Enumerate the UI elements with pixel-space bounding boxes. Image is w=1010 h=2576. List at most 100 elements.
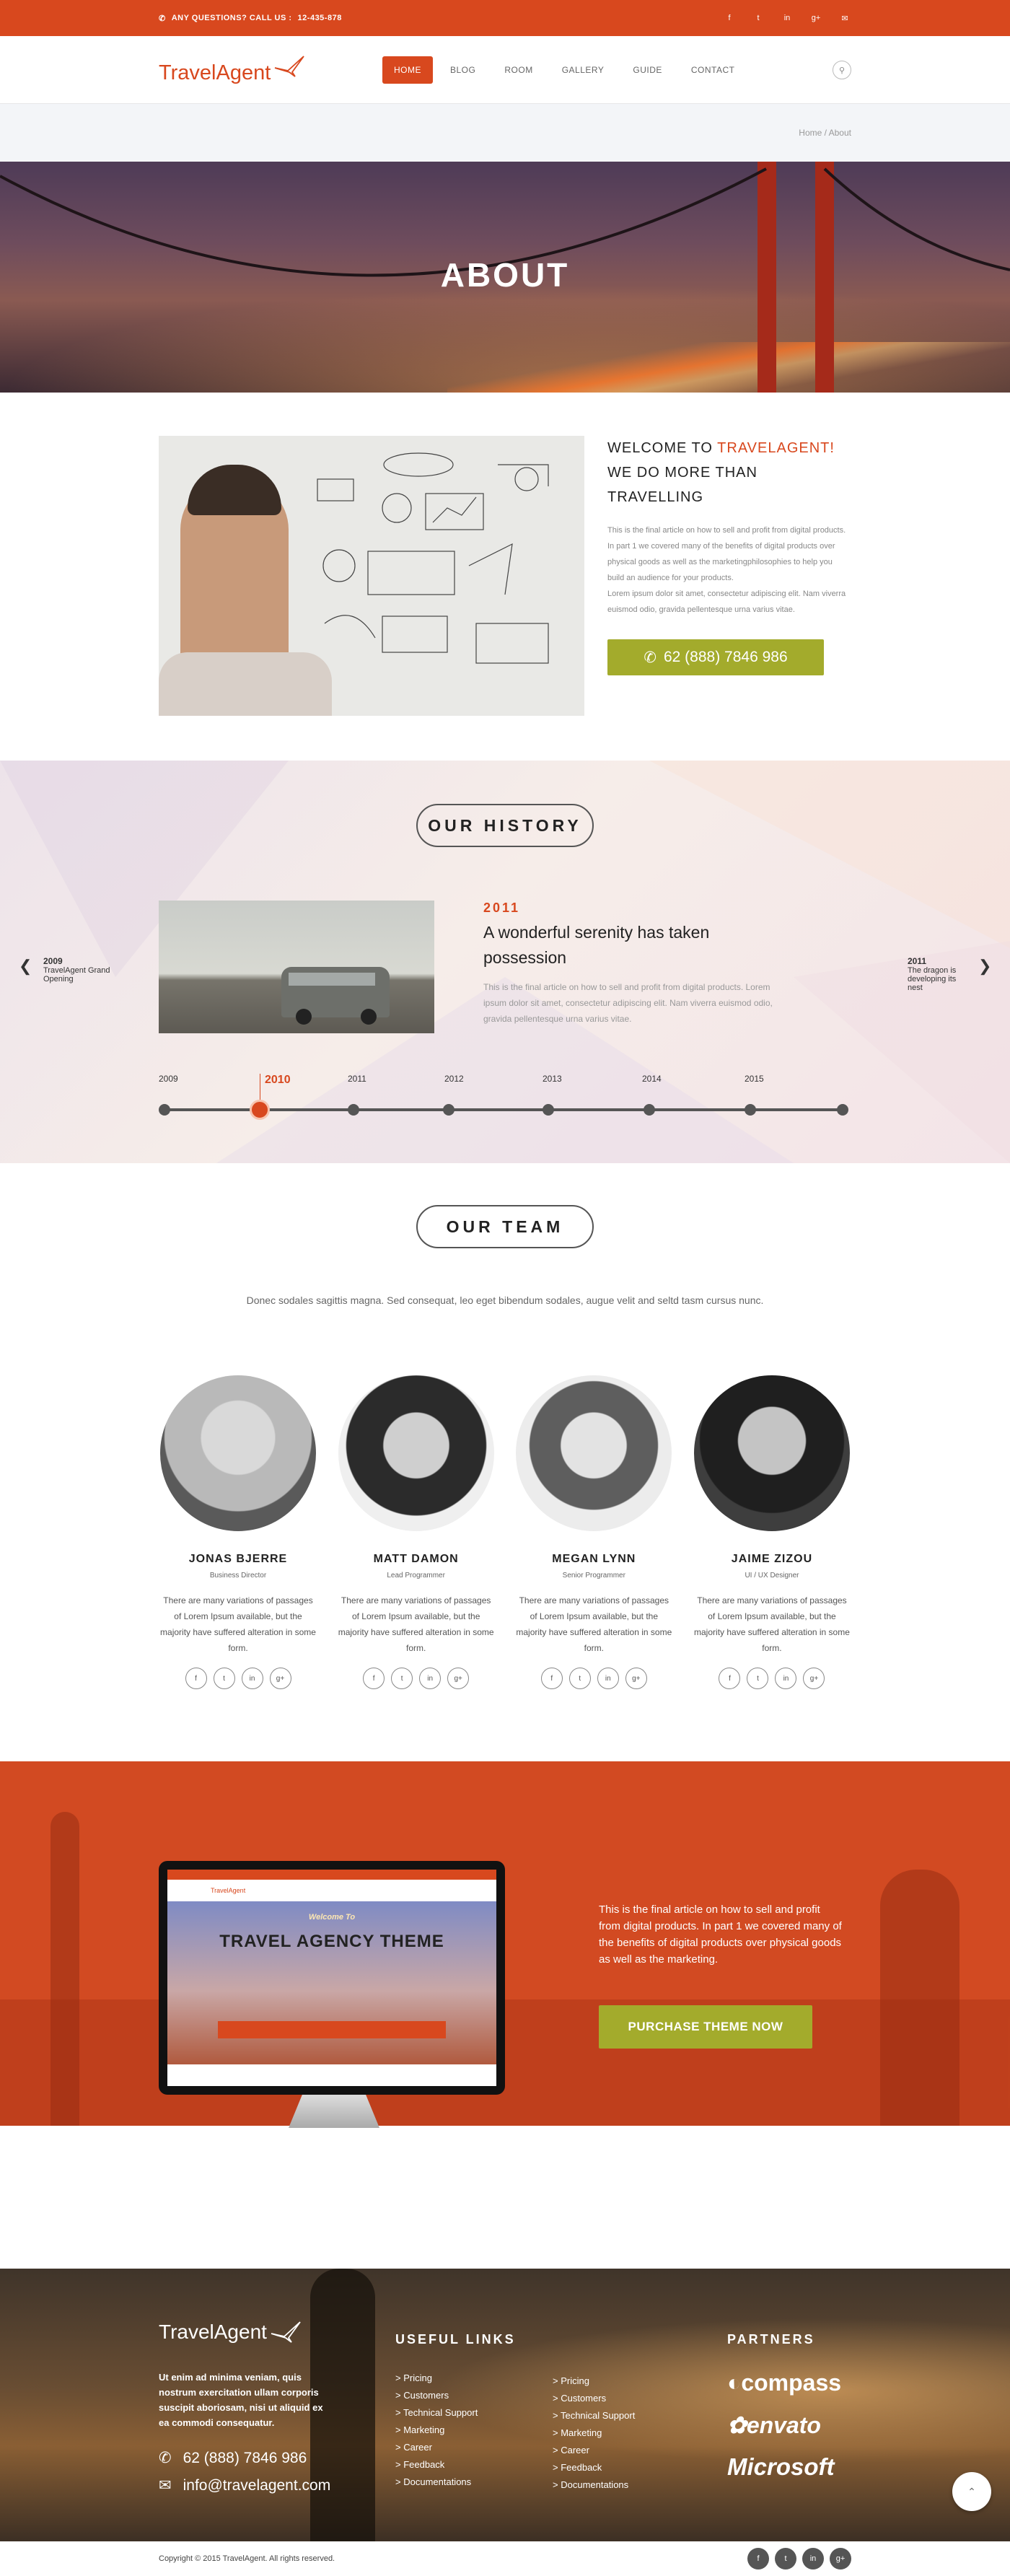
footer-link[interactable]: > Technical Support [553,2407,635,2424]
footer-link[interactable]: > Pricing [553,2373,635,2390]
footer-link[interactable]: > Marketing [395,2422,478,2439]
nav-contact[interactable]: CONTACT [680,56,747,84]
city-silhouette [0,1999,1010,2126]
footer-link-label: Documentations [403,2476,472,2487]
timeline-label-2010[interactable]: 2010 [260,1074,291,1103]
footer-link[interactable]: > Pricing [395,2370,478,2387]
footer-link[interactable]: > Customers [553,2390,635,2407]
twitter-icon[interactable]: t [568,1668,591,1689]
timeline-label-2013[interactable]: 2013 [543,1074,562,1084]
timeline-dot[interactable] [745,1104,756,1116]
breadcrumb[interactable]: Home / About [799,128,851,138]
footer-email[interactable]: ✉ info@travelagent.com [159,2476,330,2494]
timeline-label-2011[interactable]: 2011 [348,1074,366,1084]
footer-link[interactable]: > Customers [395,2387,478,2404]
history-title: OUR HISTORY [416,804,594,847]
welcome-prefix: WELCOME TO [607,440,718,456]
facebook-icon[interactable]: f [719,1668,741,1689]
nav-guide[interactable]: GUIDE [621,56,674,84]
footer-link[interactable]: > Documentations [553,2476,635,2494]
preview-hero [167,1901,496,2064]
footer-link-label: Technical Support [560,2410,636,2421]
facebook-icon[interactable]: f [185,1668,207,1689]
nav-blog[interactable]: BLOG [439,56,487,84]
history-next[interactable]: 2011 The dragon is developing its nest [908,956,965,992]
search-icon[interactable]: ⚲ [833,61,851,79]
partner-microsoft-logo[interactable]: Microsoft [727,2453,835,2481]
footer-about: Ut enim ad minima veniam, quis nostrum e… [159,2372,323,2428]
twitter-icon[interactable]: t [213,1668,235,1689]
site-logo[interactable]: TravelAgent [159,55,382,85]
google-plus-icon[interactable]: g+ [447,1668,470,1689]
phone-icon: ✆ [644,649,656,666]
footer-link[interactable]: > Technical Support [395,2404,478,2422]
member-name: JAIME ZIZOU [731,1553,813,1565]
instagram-icon[interactable]: in [781,14,794,23]
footer-link[interactable]: > Documentations [395,2474,478,2491]
thinking-man-image [159,436,584,716]
google-plus-icon[interactable]: g+ [625,1668,647,1689]
history-slide-text: 2011 A wonderful serenity has taken poss… [483,901,779,1033]
avatar [338,1375,494,1531]
twitter-icon[interactable]: t [391,1668,413,1689]
facebook-icon[interactable]: f [540,1668,563,1689]
footer-phone[interactable]: ✆ 62 (888) 7846 986 [159,2449,307,2467]
partner-compass-logo[interactable]: ◐compass [727,2370,841,2396]
nav-gallery[interactable]: GALLERY [550,56,616,84]
member-socials: f t in g+ [337,1668,496,1689]
timeline-dot-active[interactable] [250,1100,270,1120]
facebook-icon[interactable]: f [723,14,736,23]
instagram-icon[interactable]: in [419,1668,442,1689]
footer-link[interactable]: > Feedback [553,2459,635,2476]
nav-room[interactable]: ROOM [493,56,544,84]
footer-logo[interactable]: TravelAgent [159,2321,302,2344]
footer-link-label: Customers [561,2393,607,2404]
twitter-icon[interactable]: t [747,1668,769,1689]
copyright-bar: Copyright © 2015 TravelAgent. All rights… [0,2541,1010,2576]
timeline-label-2009[interactable]: 2009 [159,1074,178,1084]
footer-link[interactable]: > Feedback [395,2456,478,2474]
chevron-left-icon[interactable]: ❮ [19,957,32,976]
chevron-right-icon[interactable]: ❯ [978,957,991,976]
scroll-to-top-button[interactable]: ⌃ [952,2472,991,2511]
team-section: OUR TEAM Donec sodales sagittis magna. S… [0,1163,1010,1718]
copyright-text: Copyright © 2015 TravelAgent. All rights… [159,2554,335,2563]
twitter-icon[interactable]: t [752,14,765,23]
timeline-dot[interactable] [644,1104,655,1116]
timeline-dot[interactable] [837,1104,848,1116]
top-phone[interactable]: 12-435-878 [298,14,342,22]
purchase-theme-button[interactable]: PURCHASE THEME NOW [599,2005,812,2049]
avatar [516,1375,672,1531]
member-role: Lead Programmer [387,1572,445,1580]
member-bio: There are many variations of passages of… [516,1595,672,1653]
timeline-label-2012[interactable]: 2012 [444,1074,464,1084]
footer-link[interactable]: > Career [553,2442,635,2459]
google-plus-icon[interactable]: g+ [269,1668,291,1689]
mail-icon[interactable]: ✉ [838,14,851,23]
timeline-label-2014[interactable]: 2014 [642,1074,662,1084]
footer-link[interactable]: > Marketing [553,2424,635,2442]
google-plus-icon[interactable]: g+ [803,1668,825,1689]
instagram-icon[interactable]: in [241,1668,263,1689]
preview-title: TRAVEL AGENCY THEME [219,1932,444,1951]
welcome-subheading: WE DO MORE THAN TRAVELLING [607,465,758,505]
facebook-icon[interactable]: f [363,1668,385,1689]
google-plus-icon[interactable]: g+ [809,14,822,23]
timeline-dot[interactable] [348,1104,359,1116]
timeline-dot[interactable] [543,1104,554,1116]
timeline-dot[interactable] [159,1104,170,1116]
instagram-icon[interactable]: in [775,1668,797,1689]
history-next-label: The dragon is developing its nest [908,966,957,992]
timeline-label-2015[interactable]: 2015 [745,1074,764,1084]
history-description: This is the final article on how to sell… [483,982,773,1024]
member-socials: f t in g+ [514,1668,673,1689]
history-prev[interactable]: 2009 TravelAgent Grand Opening [43,956,115,983]
timeline-dot[interactable] [443,1104,454,1116]
instagram-icon[interactable]: in [597,1668,619,1689]
footer-link[interactable]: > Career [395,2439,478,2456]
history-section: OUR HISTORY ❮ 2009 TravelAgent Grand Ope… [0,761,1010,1163]
partner-envato-logo[interactable]: ✿envato [727,2411,821,2439]
team-member: JONAS BJERRE Business Director There are… [159,1375,317,1689]
call-phone-button[interactable]: ✆ 62 (888) 7846 986 [607,639,824,675]
nav-home[interactable]: HOME [382,56,433,84]
